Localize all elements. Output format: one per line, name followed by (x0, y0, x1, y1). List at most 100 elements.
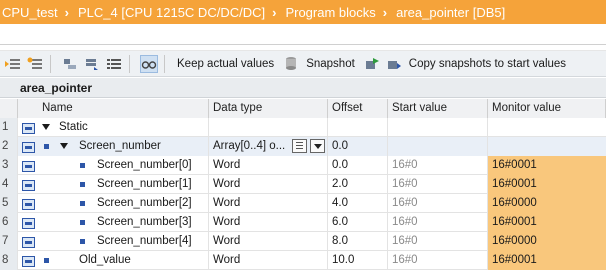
name-text: Old_value (79, 254, 131, 266)
data-type-cell[interactable] (209, 118, 328, 137)
offset-cell: 4.0 (328, 194, 388, 213)
data-type-cell[interactable]: Word (209, 232, 328, 251)
table-row[interactable]: 5 Screen_number[2] Word 4.0 16#0 16#0000 (0, 194, 606, 213)
offset-cell: 10.0 (328, 251, 388, 270)
member-bullet-icon (80, 163, 85, 168)
breadcrumb-item-program-blocks[interactable]: Program blocks (283, 5, 375, 20)
keep-actual-values-button[interactable]: Keep actual values (177, 58, 274, 70)
variable-icon (22, 236, 35, 248)
name-cell[interactable]: Screen_number[0] (18, 156, 209, 175)
variable-icon (22, 122, 35, 134)
variable-icon (22, 179, 35, 191)
name-text: Screen_number[2] (97, 197, 192, 209)
member-bullet-icon (80, 182, 85, 187)
breadcrumb-separator: › (64, 4, 69, 20)
start-value-cell[interactable] (388, 137, 488, 156)
start-value-cell[interactable]: 16#0 (388, 213, 488, 232)
offset-cell: 0.0 (328, 137, 388, 156)
breadcrumb-item-project[interactable]: CPU_test (0, 5, 58, 20)
data-type-text: Array[0..4] o... (213, 140, 286, 152)
expand-icon[interactable] (61, 55, 79, 73)
offset-cell: 0.0 (328, 156, 388, 175)
name-text: Static (59, 121, 88, 133)
table-row[interactable]: 1 Static (0, 118, 606, 137)
start-value-cell[interactable]: 16#0 (388, 251, 488, 270)
column-header-offset[interactable]: Offset (328, 99, 388, 118)
variable-icon (22, 160, 35, 172)
start-value-cell[interactable]: 16#0 (388, 232, 488, 251)
monitor-glasses-icon[interactable] (140, 54, 158, 73)
member-bullet-icon (80, 239, 85, 244)
monitor-value-cell (488, 118, 606, 137)
monitor-value-cell: 16#0001 (488, 175, 606, 194)
data-type-cell[interactable]: Word (209, 194, 328, 213)
breadcrumb-item-block[interactable]: area_pointer [DB5] (394, 5, 505, 20)
breadcrumb-separator: › (382, 4, 388, 20)
row-number: 3 (0, 156, 18, 175)
copy-snapshots-to-start-values-button[interactable]: Copy snapshots to start values (409, 58, 566, 70)
table-row[interactable]: 2 Screen_number Array[0..4] o... 0.0 (0, 137, 606, 156)
toolbar-separator (50, 54, 51, 73)
insert-row-icon[interactable] (4, 55, 22, 73)
variable-icon (22, 217, 35, 229)
member-bullet-icon (80, 201, 85, 206)
row-number: 2 (0, 137, 18, 156)
member-bullet-icon (80, 220, 85, 225)
snapshot-icon[interactable] (282, 55, 300, 73)
offset-cell: 6.0 (328, 213, 388, 232)
offset-cell (328, 118, 388, 137)
monitor-value-cell: 16#0001 (488, 251, 606, 270)
table-row[interactable]: 8 Old_value Word 10.0 16#0 16#0001 (0, 251, 606, 270)
editor-header-band (0, 24, 606, 51)
name-cell[interactable]: Screen_number (18, 137, 209, 156)
start-value-cell[interactable]: 16#0 (388, 156, 488, 175)
data-type-cell[interactable]: Array[0..4] o... (209, 137, 328, 156)
data-type-cell[interactable]: Word (209, 175, 328, 194)
snapshot-button[interactable]: Snapshot (306, 58, 355, 70)
variable-icon (22, 198, 35, 210)
name-cell[interactable]: Static (18, 118, 209, 137)
name-text: Screen_number[4] (97, 235, 192, 247)
copy-to-start-icon[interactable] (385, 55, 403, 73)
variable-icon (22, 141, 35, 153)
data-type-cell[interactable]: Word (209, 213, 328, 232)
breadcrumb-item-plc[interactable]: PLC_4 [CPU 1215C DC/DC/DC] (76, 5, 265, 20)
table-row[interactable]: 4 Screen_number[1] Word 2.0 16#0 16#0001 (0, 175, 606, 194)
name-text: Screen_number[0] (97, 159, 192, 171)
column-header-name[interactable]: Name (18, 99, 209, 118)
name-cell[interactable]: Screen_number[2] (18, 194, 209, 213)
chevron-down-icon[interactable] (310, 139, 325, 153)
table-row[interactable]: 7 Screen_number[4] Word 8.0 16#0 16#0000 (0, 232, 606, 251)
data-type-cell[interactable]: Word (209, 156, 328, 175)
monitor-value-cell: 16#0000 (488, 194, 606, 213)
name-cell[interactable]: Screen_number[4] (18, 232, 209, 251)
copy-snapshot-icon[interactable] (363, 55, 381, 73)
offset-cell: 2.0 (328, 175, 388, 194)
start-value-cell[interactable] (388, 118, 488, 137)
collapse-triangle-icon[interactable] (42, 124, 50, 130)
table-row[interactable]: 6 Screen_number[3] Word 6.0 16#0 16#0001 (0, 213, 606, 232)
block-title: area_pointer (0, 78, 606, 98)
column-header-start-value[interactable]: Start value (388, 99, 488, 118)
name-cell[interactable]: Screen_number[1] (18, 175, 209, 194)
name-cell[interactable]: Screen_number[3] (18, 213, 209, 232)
name-cell[interactable]: Old_value (18, 251, 209, 270)
table-row[interactable]: 3 Screen_number[0] Word 0.0 16#0 16#0001 (0, 156, 606, 175)
start-value-cell[interactable]: 16#0 (388, 194, 488, 213)
member-bullet-icon (44, 258, 49, 263)
list-icon[interactable] (292, 139, 307, 153)
column-header-data-type[interactable]: Data type (209, 99, 328, 118)
data-type-cell[interactable]: Word (209, 251, 328, 270)
column-header-monitor-value[interactable]: Monitor value (488, 99, 606, 118)
monitor-value-cell: 16#0001 (488, 213, 606, 232)
toolbar-separator (129, 54, 130, 73)
row-number-header (0, 99, 18, 118)
add-row-icon[interactable] (26, 55, 44, 73)
breadcrumb-separator: › (272, 4, 277, 20)
list-view-icon[interactable] (105, 55, 123, 73)
data-block-table: Name Data type Offset Start value Monito… (0, 99, 606, 270)
collapse-icon[interactable] (83, 55, 101, 73)
collapse-triangle-icon[interactable] (60, 143, 68, 149)
start-value-cell[interactable]: 16#0 (388, 175, 488, 194)
monitor-value-cell: 16#0001 (488, 156, 606, 175)
